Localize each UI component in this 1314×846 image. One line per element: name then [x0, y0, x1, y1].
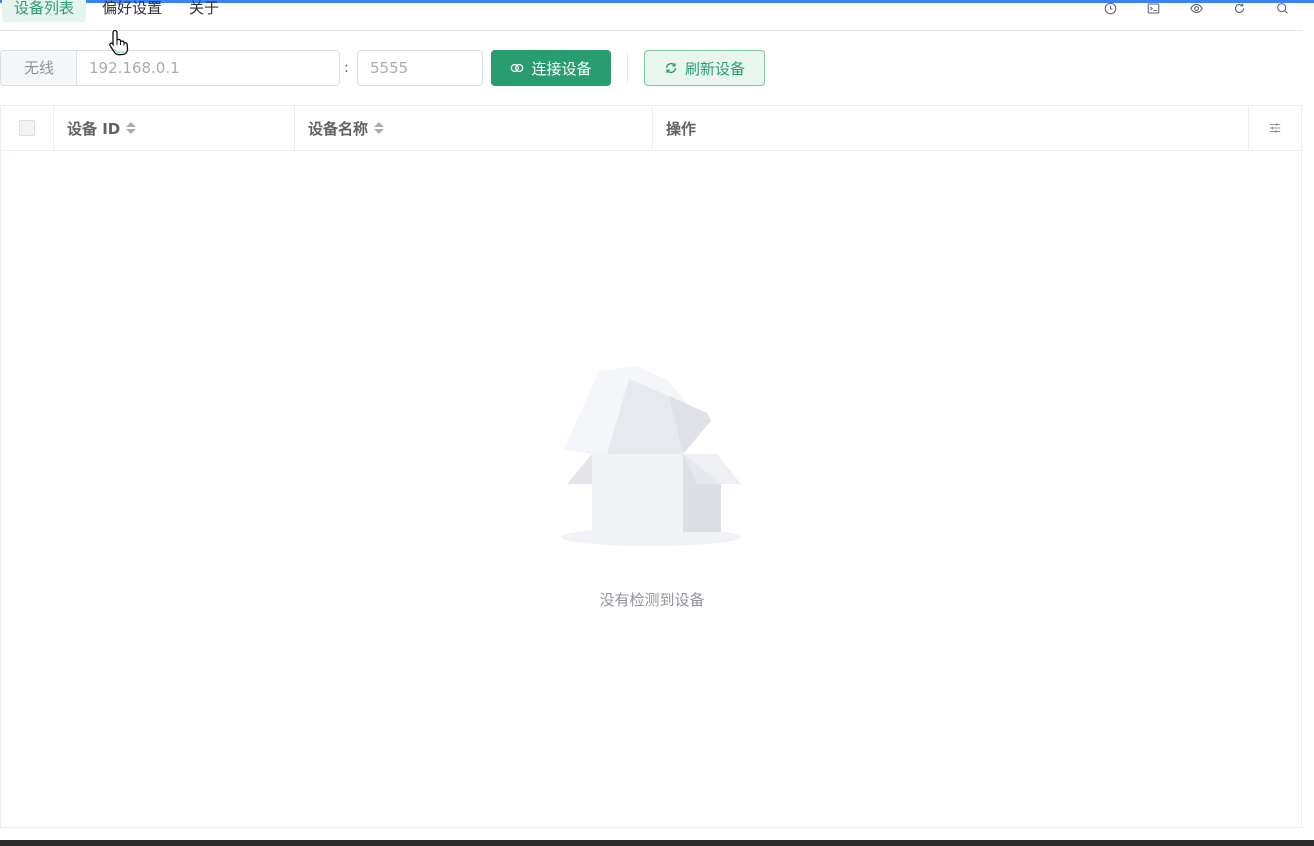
hand-cursor-icon — [109, 29, 129, 56]
column-device-id-label: 设备 ID — [67, 119, 121, 138]
device-table: 设备 ID 设备名称 操作 没有检测到设备 — [0, 105, 1302, 828]
column-device-name[interactable]: 设备名称 — [295, 106, 653, 150]
tab-about[interactable]: 关于 — [177, 0, 231, 22]
tab-preferences[interactable]: 偏好设置 — [90, 0, 174, 22]
refresh-devices-button[interactable]: 刷新设备 — [644, 50, 765, 86]
connect-device-label: 连接设备 — [531, 59, 592, 78]
empty-state: 没有检测到设备 — [1, 151, 1301, 827]
connect-device-button[interactable]: 连接设备 — [491, 50, 611, 86]
column-actions-label: 操作 — [666, 119, 697, 138]
toolbar-divider — [627, 53, 628, 83]
tab-bar: 设备列表 偏好设置 关于 — [0, 0, 1302, 31]
search-icon[interactable] — [1274, 0, 1290, 16]
eye-icon[interactable] — [1188, 0, 1204, 16]
empty-state-text: 没有检测到设备 — [599, 591, 705, 609]
empty-box-icon — [561, 366, 741, 546]
column-device-name-label: 设备名称 — [308, 119, 369, 138]
table-header: 设备 ID 设备名称 操作 — [1, 106, 1301, 151]
sort-icon[interactable] — [126, 122, 137, 134]
port-separator: : — [344, 60, 349, 76]
refresh-devices-label: 刷新设备 — [684, 59, 745, 78]
column-device-id[interactable]: 设备 ID — [54, 106, 295, 150]
app-window: 设备列表 偏好设置 关于 无线 : 连接设备 — [0, 0, 1314, 846]
refresh-icon[interactable] — [1231, 0, 1247, 16]
column-settings-icon[interactable] — [1249, 106, 1301, 150]
bottom-edge — [0, 840, 1314, 846]
tab-device-list[interactable]: 设备列表 — [2, 0, 87, 22]
terminal-icon[interactable] — [1145, 0, 1161, 16]
connection-toolbar: 无线 : 连接设备 刷新设备 — [0, 50, 1302, 86]
select-all-checkbox[interactable] — [19, 120, 35, 136]
port-input[interactable] — [357, 50, 483, 86]
link-icon — [511, 63, 524, 73]
history-icon[interactable] — [1102, 0, 1118, 16]
select-all-cell — [1, 106, 54, 150]
header-icon-group — [1075, 0, 1290, 16]
connection-mode-label: 无线 — [0, 50, 77, 86]
column-actions: 操作 — [653, 106, 1249, 150]
refresh-icon — [665, 63, 677, 73]
sort-icon[interactable] — [374, 122, 385, 134]
